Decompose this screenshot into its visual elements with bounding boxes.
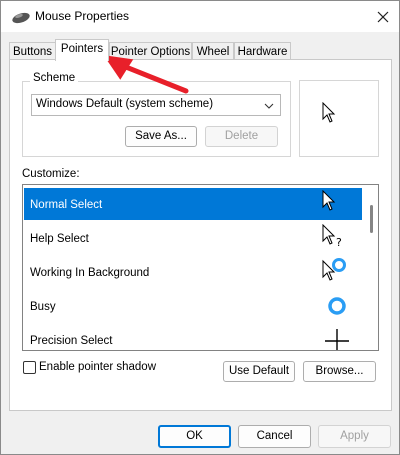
cursor-list[interactable]: Normal Select Help Select ? Working In B… [22, 184, 379, 351]
use-default-label: Use Default [228, 365, 290, 377]
browse-label: Browse... [315, 365, 364, 377]
mouse-properties-window: Mouse Properties Buttons Pointers Pointe… [0, 0, 400, 455]
list-item-label: Precision Select [30, 335, 113, 347]
cancel-label: Cancel [256, 430, 293, 442]
tab-label: Wheel [196, 46, 230, 58]
scrollbar-thumb[interactable] [370, 205, 373, 233]
ok-button[interactable]: OK [158, 425, 231, 448]
list-item-label: Working In Background [30, 267, 150, 279]
list-item-busy[interactable]: Busy [24, 290, 362, 322]
tab-label: Hardware [237, 46, 288, 58]
list-item-label: Normal Select [30, 199, 103, 211]
tab-buttons[interactable]: Buttons [9, 42, 56, 60]
tab-wheel[interactable]: Wheel [192, 42, 234, 60]
list-item-help-select[interactable]: Help Select ? [24, 222, 362, 254]
list-item-label: Help Select [30, 233, 89, 245]
customize-label: Customize: [22, 168, 80, 180]
save-as-button[interactable]: Save As... [125, 126, 197, 147]
busy-cursor-icon [326, 295, 348, 320]
tab-hardware[interactable]: Hardware [234, 42, 291, 60]
chevron-down-icon [264, 101, 274, 109]
list-item-working-in-background[interactable]: Working In Background [24, 256, 362, 288]
list-scrollbar[interactable] [364, 185, 378, 350]
list-item-label: Busy [30, 301, 56, 313]
window-title: Mouse Properties [35, 9, 130, 23]
list-item-normal-select[interactable]: Normal Select [24, 188, 362, 220]
help-cursor-icon: ? [322, 223, 346, 251]
pointer-shadow-checkbox[interactable] [23, 361, 36, 374]
crosshair-cursor-icon [324, 328, 350, 350]
scheme-legend: Scheme [30, 72, 79, 84]
use-default-button[interactable]: Use Default [223, 361, 295, 382]
apply-label: Apply [340, 430, 369, 442]
scheme-selected-value: Windows Default (system scheme) [36, 98, 214, 110]
working-cursor-icon [322, 256, 348, 287]
browse-button[interactable]: Browse... [303, 361, 376, 382]
tab-pointers[interactable]: Pointers [55, 39, 109, 61]
list-item-precision-select[interactable]: Precision Select [24, 324, 362, 350]
cancel-button[interactable]: Cancel [238, 425, 311, 448]
pointer-shadow-label: Enable pointer shadow [39, 361, 156, 373]
mouse-icon [11, 10, 31, 24]
tab-label: Buttons [13, 46, 52, 58]
ok-label: OK [186, 430, 203, 442]
arrow-cursor-icon [322, 102, 336, 123]
title-bar: Mouse Properties [1, 1, 399, 32]
close-icon[interactable] [373, 7, 393, 27]
delete-label: Delete [224, 130, 259, 142]
delete-button[interactable]: Delete [205, 126, 278, 147]
tab-label: Pointers [60, 43, 104, 55]
arrow-cursor-icon [322, 189, 336, 215]
apply-button[interactable]: Apply [318, 425, 391, 448]
save-as-label: Save As... [135, 130, 187, 142]
svg-text:?: ? [336, 236, 342, 248]
red-arrow-annotation [96, 53, 192, 98]
cursor-preview [299, 80, 379, 157]
